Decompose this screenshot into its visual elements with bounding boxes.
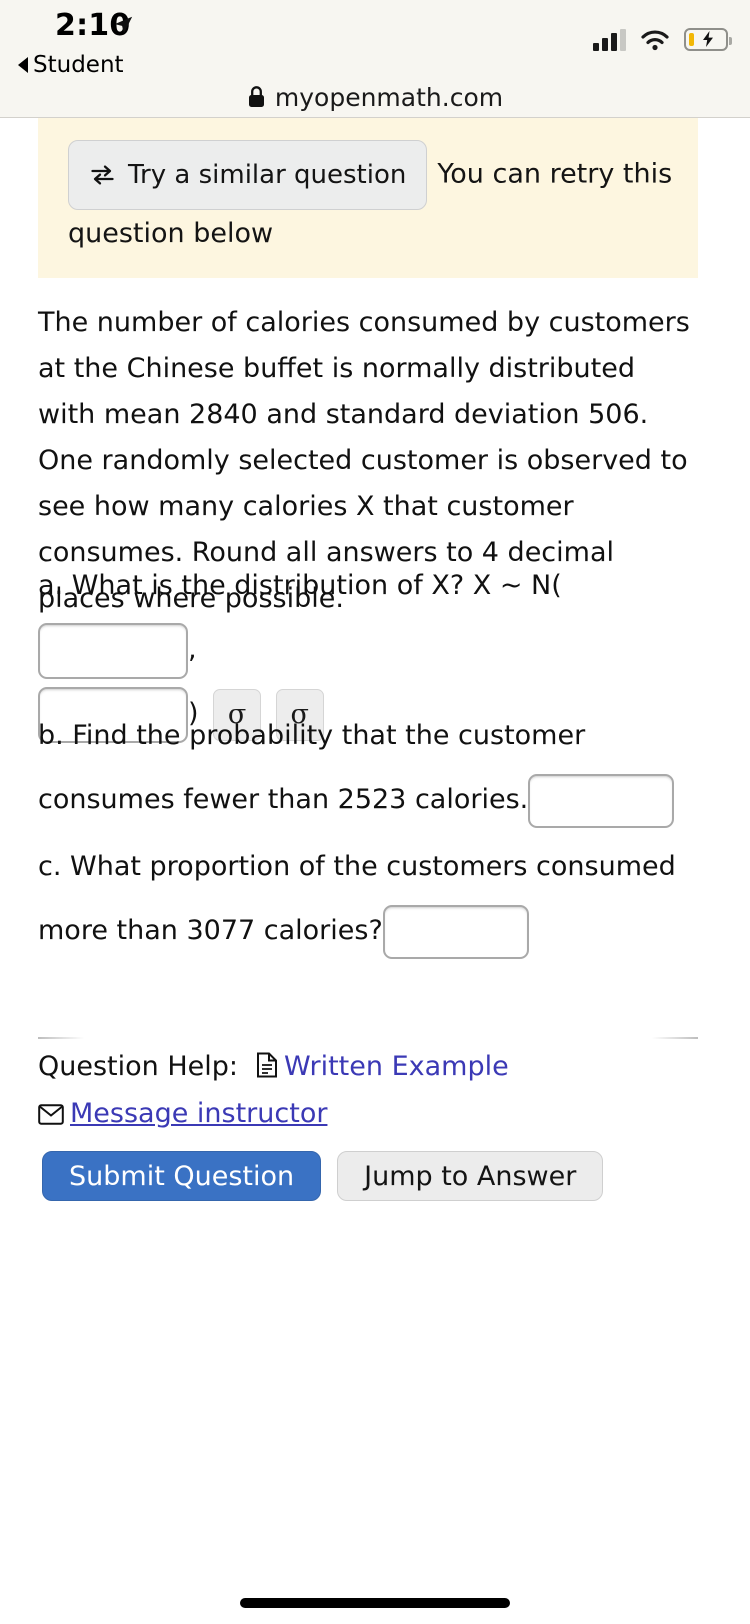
part-b-answer-input[interactable] [528,773,675,828]
part-a-comma: , [188,634,197,665]
home-indicator[interactable] [240,1598,510,1608]
try-similar-question-button[interactable]: Try a similar question [68,140,428,210]
back-to-student-button[interactable]: Student [18,52,124,78]
question-actions: Submit Question Jump to Answer [42,1151,604,1201]
back-label: Student [33,52,124,78]
retry-swap-icon [91,165,114,185]
url-text: myopenmath.com [274,82,504,112]
back-triangle-icon [18,57,28,73]
ios-status-bar: 2:10 Student myopenmath.com [0,0,750,118]
document-icon [257,1052,277,1078]
question-help-row: Question Help: Written Example Message in… [38,1043,708,1137]
question-part-c: c. What proportion of the customers cons… [38,835,700,963]
message-instructor-link[interactable]: Message instructor [38,1098,327,1129]
battery-charging-icon [684,28,732,51]
envelope-icon [38,1104,64,1125]
part-c-prompt: c. What proportion of the customers cons… [38,851,676,946]
try-similar-question-label: Try a similar question [128,160,407,190]
written-example-link[interactable]: Written Example [256,1051,509,1082]
submit-question-button[interactable]: Submit Question [42,1151,322,1201]
cellular-signal-icon [593,28,626,51]
page-content: Try a similar question You can retry thi… [0,118,750,1624]
browser-url-bar[interactable]: myopenmath.com [0,76,750,118]
message-instructor-label: Message instructor [70,1098,328,1129]
part-c-answer-input[interactable] [382,904,529,959]
part-b-prompt: b. Find the probability that the custome… [38,720,586,815]
part-a-prompt: a. What is the distribution of X? X ~ N( [38,570,562,601]
jump-to-answer-button[interactable]: Jump to Answer [337,1151,604,1201]
written-example-label: Written Example [284,1051,509,1082]
retry-banner-text: Try a similar question You can retry thi… [38,140,698,258]
question-help-label: Question Help: [38,1051,238,1082]
help-divider [38,1037,698,1039]
retry-banner: Try a similar question You can retry thi… [38,118,698,278]
location-arrow-icon [114,16,133,34]
question-part-b: b. Find the probability that the custome… [38,704,700,832]
status-indicators [593,28,732,51]
wifi-icon [641,29,669,50]
part-a-mean-input[interactable] [38,622,188,679]
lock-icon [248,86,264,107]
